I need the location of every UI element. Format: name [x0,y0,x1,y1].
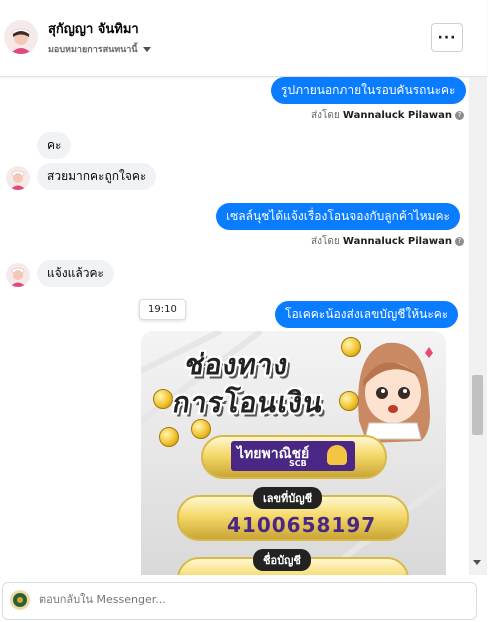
account-number-label: เลขที่บัญชี [253,487,323,509]
message-bubble-outgoing[interactable]: เซลล์นุชได้แจ้งเรื่องโอนจองกับลูกค้าไหมค… [216,203,460,230]
message-text: เซลล์นุชได้แจ้งเรื่องโอนจองกับลูกค้าไหมค… [226,209,450,223]
caret-down-icon [142,47,151,52]
gold-coin-icon [339,391,359,411]
assign-label: มอบหมายการสนทนานี้ [48,45,138,55]
contact-name[interactable]: สุกัญญา จันทิมา [48,18,139,39]
message-text: โอเคคะน้องส่งเลขบัญชีให้นะคะ [285,307,449,321]
sent-by-prefix: ส่งโดย [311,236,340,247]
message-text: สวยมากคะถูกใจคะ [47,169,147,183]
sent-by-label: ส่งโดย Wannaluck Pilawan? [311,108,464,123]
reply-input[interactable] [39,593,299,606]
gold-coin-icon [153,389,173,409]
message-bubble-incoming[interactable]: แจ้งแล้วคะ [37,260,114,287]
info-icon[interactable]: ? [454,236,464,246]
page-logo-icon [10,590,30,610]
contact-avatar-small[interactable] [6,263,30,287]
message-thread[interactable]: รูปภายนอกภายในรอบคันรถนะคะ ส่งโดย Wannal… [0,77,468,575]
ellipsis-icon: ··· [437,29,457,46]
message-bubble-outgoing[interactable]: โอเคคะน้องส่งเลขบัญชีให้นะคะ [275,301,459,328]
message-bubble-incoming[interactable]: สวยมากคะถูกใจคะ [37,163,157,190]
message-text: แจ้งแล้วคะ [47,266,104,280]
more-options-button[interactable]: ··· [431,23,463,52]
message-bubble-outgoing[interactable]: รูปภายนอกภายในรอบคันรถนะคะ [271,77,466,104]
scroll-down-arrow-icon[interactable] [473,560,481,565]
bank-code: SCB [289,459,307,468]
scb-bank-badge: ไทยพาณิชย์ SCB [231,441,355,471]
gold-coin-icon [159,427,179,447]
account-number: 4100658197 [227,513,377,537]
bank-transfer-image[interactable]: ช่องทาง การโอนเงิน ไทยพาณิชย์ SCB เลขที่… [141,331,446,575]
message-bubble-incoming[interactable]: คะ [37,132,72,159]
sender-name: Wannaluck Pilawan [342,236,452,247]
reply-composer[interactable] [2,582,477,620]
sender-name: Wannaluck Pilawan [342,110,452,121]
contact-avatar[interactable] [4,20,38,54]
message-text: คะ [47,138,62,152]
scrollbar-track[interactable] [469,77,487,575]
account-name-label: ชื่อบัญชี [253,549,311,571]
gold-coin-icon [341,337,361,357]
contact-avatar-small[interactable] [6,166,30,190]
scb-logo-icon [327,445,347,465]
assign-conversation-dropdown[interactable]: มอบหมายการสนทนานี้ [48,42,151,56]
promo-title-line2: การโอนเงิน [170,386,326,419]
conversation-header: สุกัญญา จันทิมา มอบหมายการสนทนานี้ ··· [0,0,487,77]
timestamp-tooltip: 19:10 [139,299,186,320]
timestamp-text: 19:10 [148,304,177,315]
sent-by-prefix: ส่งโดย [311,110,340,121]
info-icon[interactable]: ? [454,110,464,120]
sent-by-label: ส่งโดย Wannaluck Pilawan? [311,234,464,249]
scrollbar-thumb[interactable] [472,375,483,435]
message-text: รูปภายนอกภายในรอบคันรถนะคะ [281,83,456,97]
